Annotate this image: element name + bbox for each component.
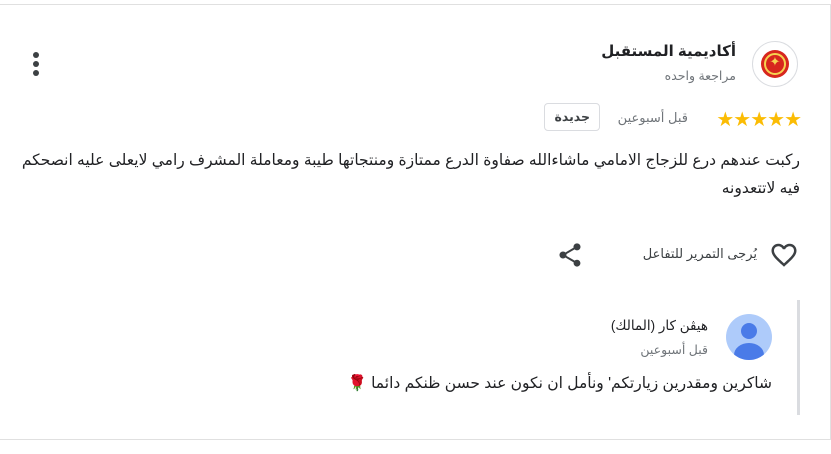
owner-name: هيڤن كار (المالك) [610, 318, 708, 333]
owner-reply-time: قبل أسبوعين [640, 343, 708, 357]
share-icon[interactable] [556, 241, 584, 269]
like-hint-label: يُرجى التمرير للتفاعل [642, 246, 757, 261]
review-text: ركبت عندهم درع للزجاج الامامي ماشاءالله … [21, 152, 800, 197]
new-badge: جديدة [544, 103, 600, 131]
more-vert-icon-dot [33, 61, 39, 67]
owner-avatar[interactable] [726, 314, 772, 360]
more-vert-icon-dot [33, 52, 39, 58]
owner-reply-bar [797, 300, 800, 415]
heart-outline-icon[interactable] [768, 240, 800, 270]
logo-icon: ✦ [769, 54, 781, 69]
author-avatar[interactable]: ✦ [752, 41, 798, 87]
person-icon-head [741, 323, 757, 339]
author-name[interactable]: أكاديمية المستقبل [601, 42, 736, 60]
top-divider [0, 4, 831, 5]
review-time: قبل أسبوعين [617, 110, 688, 125]
person-icon-body [734, 343, 764, 360]
more-vert-icon-dot [33, 70, 39, 76]
owner-reply-text: شاكرين ومقدرين زيارتكم' ونأمل ان نكون عن… [347, 375, 772, 392]
more-options-button[interactable] [24, 48, 48, 80]
author-review-count: مراجعة واحده [664, 69, 736, 83]
bottom-divider [0, 439, 831, 440]
star-rating: ★★★★★ [716, 109, 802, 131]
